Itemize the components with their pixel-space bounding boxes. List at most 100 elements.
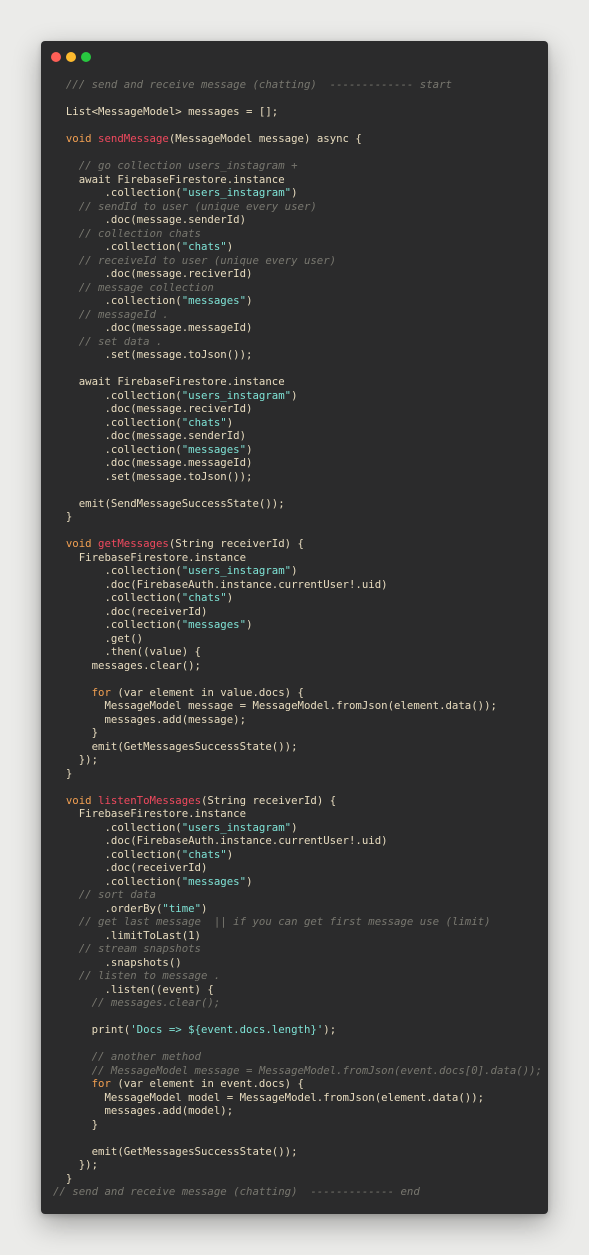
code-line: .doc(message.messageId) [53,321,544,335]
maximize-button[interactable] [81,52,91,62]
code-line: void listenToMessages(String receiverId)… [53,794,544,808]
code-token: .get() [53,631,144,645]
code-line: messages.add(model); [53,1104,544,1118]
code-token: .doc(message.reciverId) [53,267,253,280]
code-line: FirebaseFirestore.instance [53,807,544,821]
code-token: "users_instagram" [181,820,292,834]
code-token: "users_instagram" [181,564,292,577]
code-line: .collection("messages") [53,443,544,457]
code-token: ) [246,294,253,307]
code-line: .collection("users_instagram") [53,186,544,200]
code-line: List<MessageModel> messages = []; [53,105,544,119]
code-token: .collection( [53,618,182,631]
code-line: MessageModel model = MessageModel.fromJs… [53,1091,544,1105]
code-line: // listen to message . [53,969,544,983]
code-token: } [53,726,99,739]
code-line: .collection("chats") [53,416,544,430]
code-token: (String receiverId) { [168,537,304,550]
code-line: .doc(receiverId) [53,861,544,875]
code-token: } [53,1117,99,1131]
code-token: } [53,510,73,523]
code-token: "messages" [181,442,247,456]
code-block: /// send and receive message (chatting) … [53,78,544,1199]
code-token: ) [291,564,298,577]
code-line: emit(GetMessagesSuccessState()); [53,1145,544,1159]
code-line: // get last message || if you can get fi… [53,915,544,929]
code-line: .doc(FirebaseAuth.instance.currentUser!.… [53,578,544,592]
code-token: (var element in event.docs) { [117,1077,304,1090]
code-line: // stream snapshots [53,942,544,956]
code-token: ) [291,820,298,834]
code-token: .limitToLast(1) [53,928,201,942]
code-line: for (var element in value.docs) { [53,686,544,700]
code-token: // MessageModel message = MessageModel.f… [53,1063,543,1077]
code-line: }); [53,753,544,767]
code-line: .collection("users_instagram") [53,389,544,403]
code-token: ) [226,847,234,861]
close-button[interactable] [51,52,61,62]
code-token: .doc(FirebaseAuth.instance.currentUser!.… [53,834,388,847]
code-line: .doc(receiverId) [53,605,544,619]
code-token: ) [291,186,298,199]
code-line: // sort data [53,888,544,902]
code-line: .snapshots() [53,956,544,970]
code-token: ) [246,874,253,888]
code-line: // MessageModel message = MessageModel.f… [53,1064,544,1078]
code-token: ) [246,442,253,456]
code-line: .listen((event) { [53,983,544,997]
code-line: .doc(message.messageId) [53,456,544,470]
code-token: void [53,132,99,145]
code-line: // sendId to user (unique every user) [53,200,544,214]
code-token: .collection( [53,591,182,604]
minimize-button[interactable] [66,52,76,62]
code-line: void sendMessage(MessageModel message) a… [53,132,544,146]
code-token: // messageId . [53,307,169,321]
code-token: .collection( [53,186,182,199]
code-line: for (var element in event.docs) { [53,1077,544,1091]
code-line: // go collection users_instagram + [53,159,544,173]
code-token: messages.clear(); [53,658,201,672]
code-line: .orderBy("time") [53,902,544,916]
code-token: .collection( [53,240,182,253]
code-line: .collection("users_instagram") [53,821,544,835]
code-token: (var element in value.docs) { [117,685,304,699]
code-token: emit(GetMessagesSuccessState()); [53,739,298,753]
code-token: .collection( [53,442,182,456]
code-token: } [53,766,73,780]
code-token: void [53,537,99,550]
code-token: // go collection users_instagram + [53,159,298,172]
code-token: // sendId to user (unique every user) [53,199,317,213]
code-line: } [53,1118,544,1132]
code-line: .then((value) { [53,645,544,659]
code-line: } [53,1172,544,1186]
code-token: print( [53,1023,131,1036]
code-line: emit(GetMessagesSuccessState()); [53,740,544,754]
code-token: .collection( [53,388,182,402]
code-token: ) [226,240,234,253]
code-window: /// send and receive message (chatting) … [41,41,548,1214]
code-line: .doc(message.senderId) [53,213,544,227]
code-token: // receiveId to user (unique every user) [53,253,337,267]
code-line: // messages.clear(); [53,996,544,1010]
code-token: .then((value) { [53,645,201,658]
code-line: .limitToLast(1) [53,929,544,943]
code-line: // collection chats [53,227,544,241]
code-token: ) [226,415,234,429]
code-token: "messages" [181,874,247,888]
code-token: // send and receive message (chatting) -… [53,1185,420,1198]
code-line: .collection("chats") [53,848,544,862]
code-line: await FirebaseFirestore.instance [53,375,544,389]
code-token: // another method [53,1050,201,1063]
window-titlebar [41,41,548,73]
code-token: } [53,1171,73,1185]
code-token: .set(message.toJson()); [53,348,253,361]
code-line: // set data . [53,335,544,349]
code-token: // get last message || if you can get fi… [53,915,491,928]
